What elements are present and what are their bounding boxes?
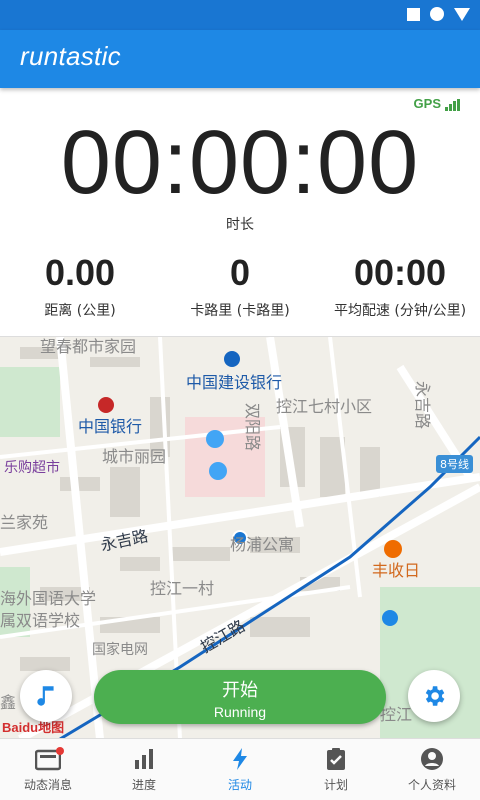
nav-label: 计划 [323,778,348,792]
map-poi: 丰收日 [372,561,421,580]
profile-icon [421,748,443,770]
map-poi: 兰家苑 [0,513,49,532]
map-poi: 控江一村 [150,579,215,598]
map-poi: 属双语学校 [0,611,81,630]
distance-label: 距离 (公里) [44,303,116,319]
calories-value: 0 [229,252,251,293]
bottom-navigation: 动态消息 进度 活动 计划 个人资料 [0,738,480,800]
map-poi: 国家电网 [92,642,148,658]
map-poi: 望春都市家园 [40,337,137,356]
music-button[interactable] [20,670,72,722]
nav-newsfeed[interactable]: 动态消息 [0,739,96,800]
activity-bolt-icon [233,748,247,770]
map-poi: 中国建设银行 [186,373,283,392]
status-bar [0,0,480,30]
progress-chart-icon [135,749,153,769]
metro-line-label: 8号线 [436,455,473,473]
nav-progress[interactable]: 进度 [96,739,192,800]
gear-icon [425,686,445,706]
map-poi: 控江七村小区 [276,397,373,416]
calories-label: 卡路里 (卡路里) [190,303,290,319]
duration-timer: 00:00:00 [60,113,420,213]
nav-label: 活动 [227,778,252,792]
duration-label: 时长 [226,217,254,233]
map-poi: 双阳路 [243,403,262,452]
map-poi: 鑫 [0,693,17,712]
nav-label: 进度 [131,778,156,792]
map-poi: 杨浦公寓 [230,535,295,554]
start-activity-button[interactable]: 开始 Running [94,670,386,724]
plan-clipboard-icon [327,748,345,770]
stats-row: 0.00 距离 (公里) 0 卡路里 (卡路里) 00:00 平均配速 (分钟/… [0,252,480,320]
app-bar: runtastic [0,30,480,88]
gps-indicator: GPS [414,96,460,111]
distance-stat: 0.00 距离 (公里) [0,252,160,320]
settings-button[interactable] [408,670,460,722]
notification-dot [56,747,64,755]
nav-profile[interactable]: 个人资料 [384,739,480,800]
activity-type-label: Running [213,704,267,720]
pace-stat: 00:00 平均配速 (分钟/公里) [320,252,480,320]
gps-label: GPS [413,96,441,111]
map-poi: 中国银行 [78,417,143,436]
music-note-icon [37,686,54,706]
map-poi: 乐购超市 [4,460,60,476]
home-icon [430,7,444,21]
nav-label: 个人资料 [407,778,456,792]
start-button-label: 开始 [222,680,258,701]
nav-activity[interactable]: 活动 [192,739,288,800]
runtastic-logo: runtastic [20,41,121,71]
distance-value: 0.00 [44,252,116,293]
nav-label: 动态消息 [23,778,72,792]
calories-stat: 0 卡路里 (卡路里) [160,252,320,320]
pace-label: 平均配速 (分钟/公里) [333,303,467,319]
signal-bars-icon [445,99,460,111]
recent-apps-icon [407,7,420,21]
nav-plans[interactable]: 计划 [288,739,384,800]
back-icon [454,7,470,21]
map-poi: 城市丽园 [102,447,167,466]
map-poi: 海外国语大学 [0,589,97,608]
map-poi: 永吉路 [413,381,432,430]
pace-value: 00:00 [353,252,447,293]
